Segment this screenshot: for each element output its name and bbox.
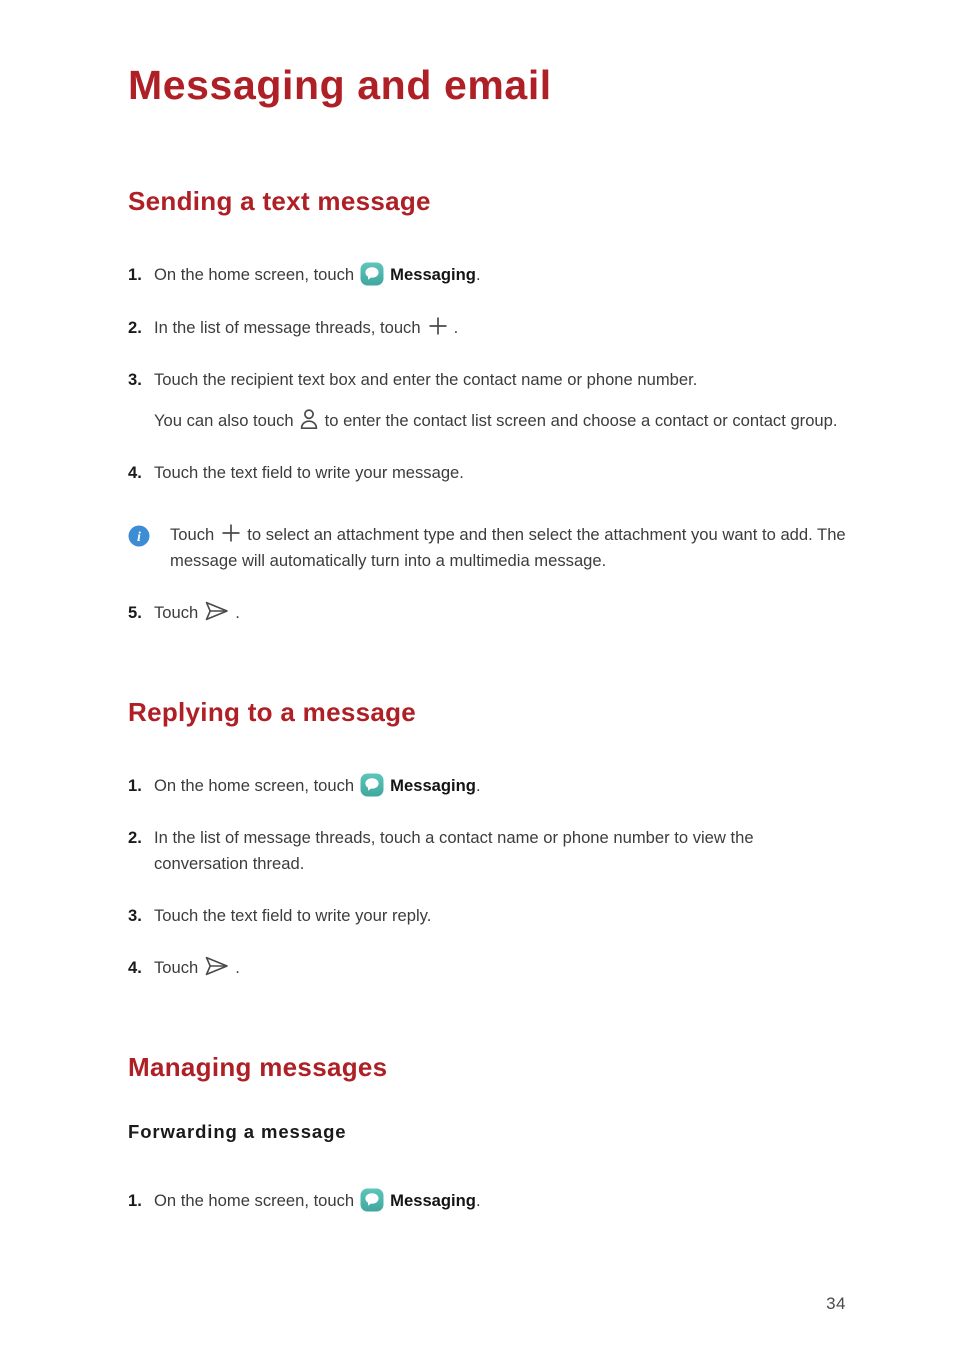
continuation-text-before: You can also touch bbox=[154, 410, 294, 430]
messaging-app-icon bbox=[360, 262, 384, 286]
step-number: 4. bbox=[128, 463, 142, 483]
step-text: On the home screen, touch bbox=[154, 776, 355, 796]
step-number: 3. bbox=[128, 905, 142, 925]
step-text-after: . bbox=[453, 317, 459, 337]
step-text-after: . bbox=[235, 602, 240, 622]
document-page: Messaging and email Sending a text messa… bbox=[0, 0, 954, 1352]
section-heading-sending-a-text-message: Sending a text message bbox=[128, 186, 431, 217]
step-number: 1. bbox=[128, 776, 142, 796]
step-body: In the list of message threads, touch. bbox=[154, 315, 846, 340]
messaging-app-icon bbox=[360, 1188, 384, 1212]
section-heading-managing-messages: Managing messages bbox=[128, 1052, 388, 1083]
info-note: i Touch to select an attachment type and … bbox=[128, 522, 846, 572]
step-body: On the home screen, touch Messaging. bbox=[154, 262, 846, 287]
steps-list-replying: 1. On the home screen, touch Messaging. 2… bbox=[128, 773, 846, 980]
contact-person-icon bbox=[299, 408, 319, 430]
page-title: Messaging and email bbox=[128, 62, 552, 108]
step-text: On the home screen, touch bbox=[154, 1190, 355, 1210]
step-text-after: . bbox=[235, 958, 240, 978]
note-text-before: Touch bbox=[170, 525, 215, 545]
list-item: 3. Touch the recipient text box and ente… bbox=[128, 367, 846, 433]
svg-text:i: i bbox=[137, 530, 141, 545]
step-number: 2. bbox=[128, 317, 142, 337]
app-name-label: Messaging bbox=[390, 776, 476, 796]
step-text: In the list of message threads, touch bbox=[154, 317, 421, 337]
steps-list-sending: 1. On the home screen, touch Messaging. 2… bbox=[128, 262, 846, 625]
step-number: 5. bbox=[128, 602, 142, 622]
app-name-label: Messaging bbox=[390, 265, 476, 285]
send-arrow-icon bbox=[204, 955, 230, 977]
list-item: 5. Touch. bbox=[128, 600, 846, 625]
step-continuation: You can also touch to enter the contact l… bbox=[154, 408, 846, 433]
step-number: 1. bbox=[128, 265, 142, 285]
continuation-text-after: to enter the contact list screen and cho… bbox=[324, 410, 838, 430]
note-text-after: to select an attachment type and then se… bbox=[170, 525, 846, 570]
step-text: On the home screen, touch bbox=[154, 265, 355, 285]
subsection-heading-forwarding-a-message: Forwarding a message bbox=[128, 1120, 347, 1142]
list-item: 1. On the home screen, touch Messaging. bbox=[128, 773, 846, 798]
step-body: Touch. bbox=[154, 955, 846, 980]
step-body: Touch the recipient text box and enter t… bbox=[154, 367, 846, 433]
send-arrow-icon bbox=[204, 600, 230, 622]
section-heading-replying-to-a-message: Replying to a message bbox=[128, 697, 417, 728]
step-body: On the home screen, touch Messaging. bbox=[154, 773, 846, 798]
step-body: Touch. bbox=[154, 600, 846, 625]
page-number: 34 bbox=[826, 1294, 846, 1313]
plus-icon bbox=[220, 522, 242, 544]
list-item: 4. Touch the text field to write your me… bbox=[128, 460, 846, 485]
step-text-after: . bbox=[475, 1190, 481, 1210]
list-item: 1. On the home screen, touch Messaging. bbox=[128, 262, 846, 287]
step-text-after: . bbox=[475, 265, 481, 285]
step-number: 2. bbox=[128, 828, 142, 848]
step-body: Touch the text field to write your reply… bbox=[154, 905, 432, 925]
messaging-app-icon bbox=[360, 773, 384, 797]
info-note-body: Touch to select an attachment type and th… bbox=[170, 522, 846, 572]
step-text: Touch the recipient text box and enter t… bbox=[154, 369, 698, 389]
info-icon: i bbox=[128, 525, 150, 547]
step-body: In the list of message threads, touch a … bbox=[154, 828, 754, 873]
app-name-label: Messaging bbox=[390, 1190, 476, 1210]
plus-icon bbox=[427, 315, 449, 337]
list-item: 2. In the list of message threads, touch… bbox=[128, 315, 846, 340]
step-number: 4. bbox=[128, 958, 142, 978]
steps-list-forwarding: 1. On the home screen, touch Messaging. bbox=[128, 1188, 846, 1213]
step-body: Touch the text field to write your messa… bbox=[154, 463, 464, 483]
step-body: On the home screen, touch Messaging. bbox=[154, 1188, 846, 1213]
list-item: 3. Touch the text field to write your re… bbox=[128, 903, 846, 928]
step-number: 1. bbox=[128, 1190, 142, 1210]
list-item: 1. On the home screen, touch Messaging. bbox=[128, 1188, 846, 1213]
step-text-after: . bbox=[475, 776, 481, 796]
step-text: Touch bbox=[154, 958, 199, 978]
step-text: Touch bbox=[154, 602, 199, 622]
list-item: 2. In the list of message threads, touch… bbox=[128, 825, 846, 875]
list-item: 4. Touch. bbox=[128, 955, 846, 980]
step-number: 3. bbox=[128, 369, 142, 389]
